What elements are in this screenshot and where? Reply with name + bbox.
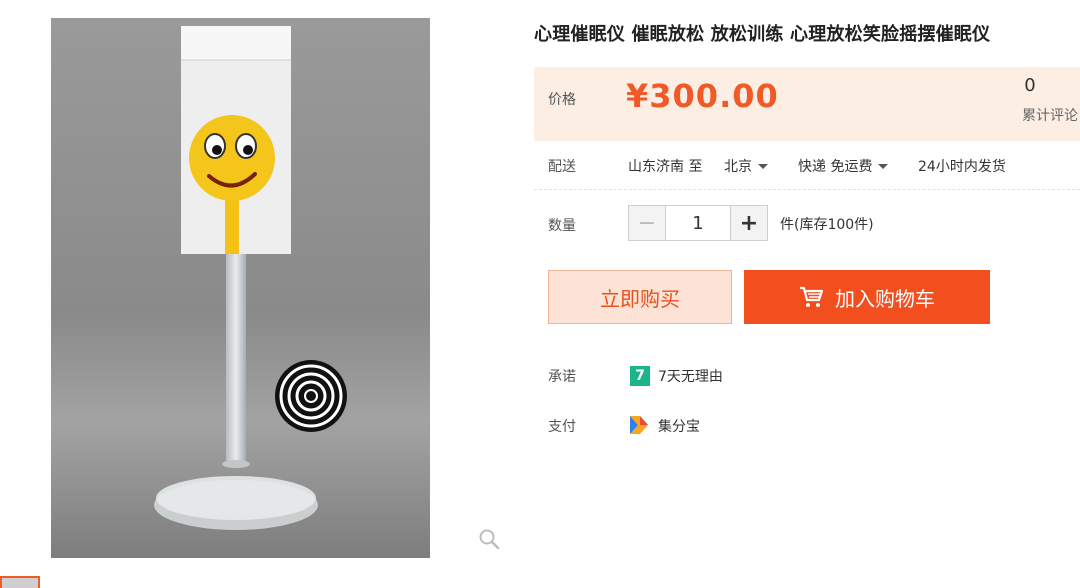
- payment-row: 支付 集分宝: [534, 410, 934, 440]
- thumbnail-strip: [0, 576, 44, 588]
- buy-now-label: 立即购买: [600, 286, 680, 311]
- quantity-stepper: − +: [628, 205, 768, 241]
- shipping-label: 配送: [548, 159, 576, 175]
- promise-label: 承诺: [548, 369, 576, 385]
- jifenbao-icon: [630, 416, 648, 434]
- product-title: 心理催眠仪 催眠放松 放松训练 心理放松笑脸摇摆催眠仪: [534, 24, 991, 45]
- shipping-destination: 北京: [724, 159, 752, 175]
- shipping-method-select[interactable]: 快递 免运费: [798, 156, 889, 176]
- payment-label: 支付: [548, 419, 576, 435]
- buy-now-button[interactable]: 立即购买: [548, 270, 732, 324]
- shipping-row: 配送 山东济南 至 北京 快递 免运费 24小时内发货: [534, 141, 1080, 190]
- thumbnail-selected[interactable]: [0, 576, 40, 588]
- quantity-label: 数量: [548, 218, 576, 234]
- product-main-image[interactable]: [51, 18, 430, 558]
- cart-icon: [800, 286, 823, 307]
- zoom-icon[interactable]: [478, 528, 500, 550]
- promise-row: 承诺 7 7天无理由: [534, 360, 934, 390]
- quantity-input[interactable]: [666, 206, 730, 240]
- review-label[interactable]: 累计评论: [1022, 105, 1078, 125]
- add-to-cart-label: 加入购物车: [835, 286, 935, 311]
- decrease-quantity-button[interactable]: −: [629, 206, 666, 240]
- seven-day-return-icon: 7: [630, 366, 650, 386]
- price-value: ¥300.00: [626, 77, 779, 115]
- chevron-down-icon: [878, 163, 889, 169]
- dispatch-time: 24小时内发货: [918, 159, 1006, 175]
- shipping-destination-select[interactable]: 北京: [724, 156, 768, 176]
- payment-text[interactable]: 集分宝: [658, 416, 700, 436]
- product-photo: [51, 18, 430, 558]
- increase-quantity-button[interactable]: +: [730, 206, 767, 240]
- quantity-row: 数量 − + 件(库存100件): [534, 200, 1080, 244]
- promise-text[interactable]: 7天无理由: [658, 366, 723, 386]
- shipping-origin: 山东济南 至: [628, 159, 703, 175]
- stock-info: 件(库存100件): [780, 217, 874, 233]
- chevron-down-icon: [758, 163, 768, 169]
- shipping-method: 快递 免运费: [798, 159, 873, 175]
- price-panel: 价格 ¥300.00 0 累计评论: [534, 67, 1080, 141]
- price-label: 价格: [548, 92, 576, 108]
- review-count[interactable]: 0: [1010, 75, 1050, 96]
- add-to-cart-button[interactable]: 加入购物车: [744, 270, 990, 324]
